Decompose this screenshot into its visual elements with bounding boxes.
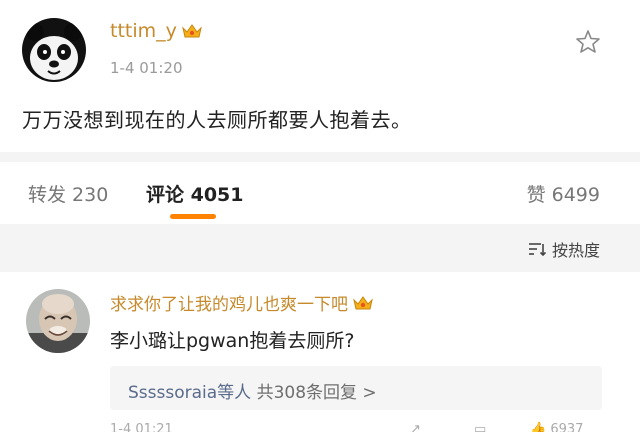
comment-icon[interactable]: ▭ [474,422,486,432]
star-icon[interactable] [574,28,602,56]
section-divider [0,152,640,162]
tab-like[interactable]: 赞 6499 [527,180,600,207]
comment-username-text[interactable]: 求求你了让我的鸡儿也爽一下吧 [110,290,348,315]
comment-actions-row: 1-4 01:21 ↗ ▭ 👍 6937 [110,422,610,432]
comment-time: 1-4 01:21 [110,422,173,432]
post-time: 1-4 01:20 [110,59,183,77]
comment-like-count: 6937 [550,422,584,432]
replies-preview[interactable]: Sssssoraia等人 共308条回复 > [110,366,602,410]
active-tab-indicator [170,214,216,219]
like-icon[interactable]: 👍 6937 [530,422,583,432]
bald-man-avatar[interactable] [26,289,90,353]
sort-by-hot-button[interactable]: 按热度 [528,237,600,261]
comment-text: 李小璐让pgwan抱着去厕所? [110,330,355,352]
post-username-text[interactable]: tttim_y [110,20,177,42]
panda-avatar[interactable] [22,18,86,82]
post-username[interactable]: tttim_y [110,20,203,42]
share-icon[interactable]: ↗ [410,422,421,432]
tab-bar: 转发 230 评论 4051 赞 6499 [0,162,640,224]
reply-names[interactable]: Sssssoraia等人 [128,383,251,403]
comment-username[interactable]: 求求你了让我的鸡儿也爽一下吧 [110,290,374,315]
replies-summary[interactable]: Sssssoraia等人 共308条回复 > [128,378,377,403]
sort-label[interactable]: 按热度 [552,237,600,261]
sort-bar: 按热度 [0,224,640,272]
crown-badge-icon [353,295,373,309]
post-text: 万万没想到现在的人去厕所都要人抱着去。 [22,108,412,132]
tab-comment[interactable]: 评论 4051 [146,180,244,207]
weibo-comment-page: tttim_y 1-4 01:20 万万没想到现在的人去厕所都要人抱着去。 转发… [0,0,640,432]
reply-count[interactable]: 共308条回复 > [257,383,377,403]
sort-icon [528,243,546,257]
crown-badge-icon [182,24,202,38]
post-card: tttim_y 1-4 01:20 万万没想到现在的人去厕所都要人抱着去。 [0,0,640,152]
tab-repost[interactable]: 转发 230 [28,180,108,207]
comment-item: 求求你了让我的鸡儿也爽一下吧 李小璐让pgwan抱着去厕所? Sssssorai… [0,272,640,432]
